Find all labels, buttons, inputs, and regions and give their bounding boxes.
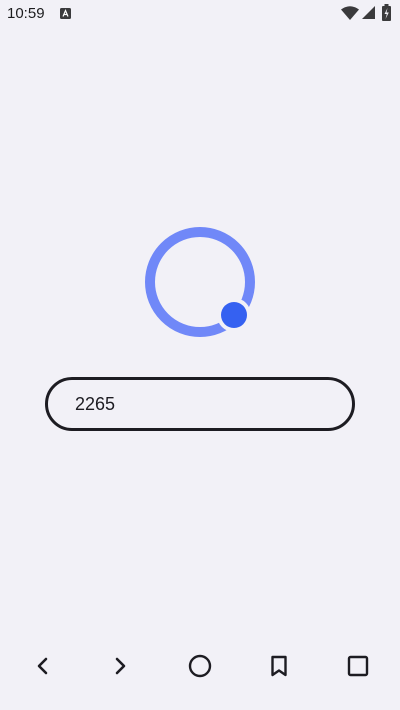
battery-icon	[382, 4, 391, 21]
bookmark-icon	[271, 655, 287, 677]
home-button[interactable]	[186, 652, 214, 680]
status-time: 10:59	[7, 5, 45, 22]
a11y-a-icon	[60, 8, 71, 19]
input-value: 2265	[75, 394, 116, 414]
chevron-right-icon	[115, 657, 126, 675]
loading-spinner-icon	[145, 227, 255, 337]
forward-button[interactable]	[107, 652, 135, 680]
wifi-icon	[341, 6, 359, 20]
bookmark-button[interactable]	[265, 652, 293, 680]
navigation-bar	[0, 640, 400, 690]
circle-home-icon	[188, 654, 212, 678]
back-button[interactable]	[28, 652, 56, 680]
status-bar: 10:59	[0, 0, 400, 28]
chevron-left-icon	[37, 657, 48, 675]
tabs-button[interactable]	[344, 652, 372, 680]
text-input-field[interactable]: 2265	[45, 377, 355, 431]
cell-signal-icon	[362, 6, 375, 19]
square-tabs-icon	[347, 655, 369, 677]
